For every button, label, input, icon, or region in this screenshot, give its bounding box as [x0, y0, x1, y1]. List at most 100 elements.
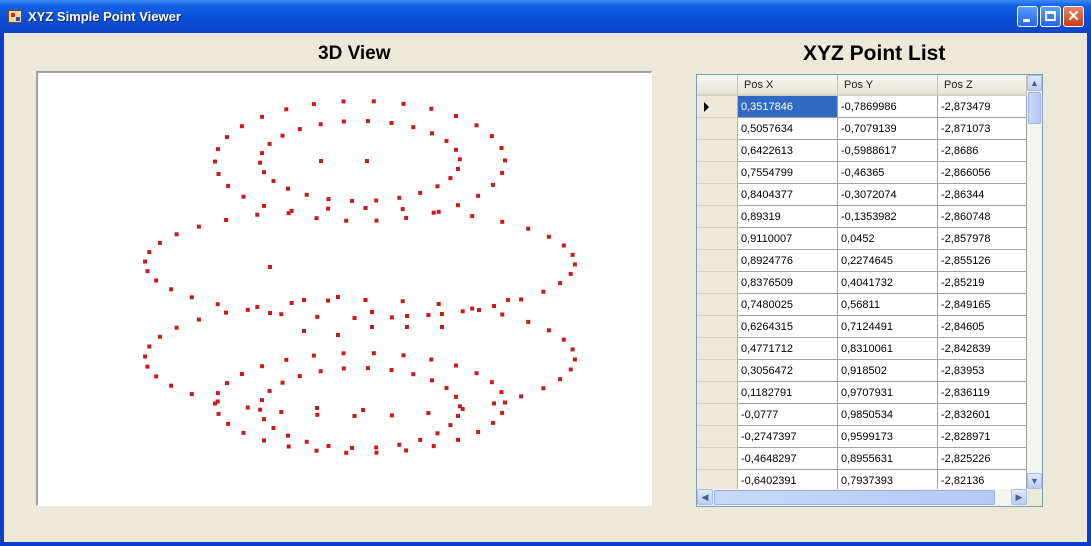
pos-z-cell[interactable]: -2,842839 [938, 338, 1027, 360]
pos-x-cell[interactable]: 0,3517846 [738, 96, 838, 118]
pos-x-cell[interactable]: 0,7480025 [738, 294, 838, 316]
horizontal-scrollbar[interactable]: ◀ ▶ [697, 489, 1027, 506]
table-row[interactable]: -0,4648297 0,8955631 -2,825226 [697, 448, 1027, 470]
row-header[interactable] [697, 272, 738, 294]
table-row[interactable]: 0,89319 -0,1353982 -2,860748 [697, 206, 1027, 228]
pos-z-cell[interactable]: -2,86344 [938, 184, 1027, 206]
pos-z-cell[interactable]: -2,832601 [938, 404, 1027, 426]
pos-y-cell[interactable]: 0,918502 [838, 360, 938, 382]
pos-z-cell[interactable]: -2,871073 [938, 118, 1027, 140]
pos-x-cell[interactable]: 0,8404377 [738, 184, 838, 206]
pos-z-cell[interactable]: -2,825226 [938, 448, 1027, 470]
pos-y-cell[interactable]: 0,0452 [838, 228, 938, 250]
pos-y-cell[interactable]: -0,3072074 [838, 184, 938, 206]
row-header[interactable] [697, 184, 738, 206]
pos-z-cell[interactable]: -2,855126 [938, 250, 1027, 272]
scroll-left-arrow-icon[interactable]: ◀ [697, 489, 713, 505]
table-row[interactable]: 0,3056472 0,918502 -2,83953 [697, 360, 1027, 382]
column-header-pos-y[interactable]: Pos Y [838, 75, 938, 96]
pos-x-cell[interactable]: -0,4648297 [738, 448, 838, 470]
pos-y-cell[interactable]: 0,9707931 [838, 382, 938, 404]
table-row[interactable]: 0,8924776 0,2274645 -2,855126 [697, 250, 1027, 272]
row-header[interactable] [697, 162, 738, 184]
pos-z-cell[interactable]: -2,828971 [938, 426, 1027, 448]
table-row[interactable]: 0,6264315 0,7124491 -2,84605 [697, 316, 1027, 338]
pos-x-cell[interactable]: 0,1182791 [738, 382, 838, 404]
maximize-button[interactable] [1040, 6, 1061, 27]
row-header[interactable] [697, 448, 738, 470]
vertical-scrollbar[interactable]: ▲ ▼ [1027, 75, 1042, 489]
pos-y-cell[interactable]: -0,7079139 [838, 118, 938, 140]
pos-x-cell[interactable]: 0,6422613 [738, 140, 838, 162]
row-header[interactable] [697, 228, 738, 250]
column-header-pos-z[interactable]: Pos Z [938, 75, 1027, 96]
pos-y-cell[interactable]: 0,8955631 [838, 448, 938, 470]
row-header[interactable] [697, 382, 738, 404]
pos-z-cell[interactable]: -2,83953 [938, 360, 1027, 382]
table-row[interactable]: 0,1182791 0,9707931 -2,836119 [697, 382, 1027, 404]
app-icon[interactable] [8, 10, 22, 23]
pos-y-cell[interactable]: -0,7869986 [838, 96, 938, 118]
pos-y-cell[interactable]: 0,9850534 [838, 404, 938, 426]
table-row[interactable]: 0,5057634 -0,7079139 -2,871073 [697, 118, 1027, 140]
pos-y-cell[interactable]: 0,4041732 [838, 272, 938, 294]
3d-view-canvas[interactable] [36, 71, 652, 506]
pos-z-cell[interactable]: -2,849165 [938, 294, 1027, 316]
pos-x-cell[interactable]: 0,7554799 [738, 162, 838, 184]
table-row[interactable]: 0,9110007 0,0452 -2,857978 [697, 228, 1027, 250]
pos-z-cell[interactable]: -2,836119 [938, 382, 1027, 404]
pos-z-cell[interactable]: -2,85219 [938, 272, 1027, 294]
pos-x-cell[interactable]: 0,5057634 [738, 118, 838, 140]
row-header[interactable] [697, 426, 738, 448]
row-header[interactable] [697, 96, 738, 118]
pos-y-cell[interactable]: 0,8310061 [838, 338, 938, 360]
vertical-scroll-thumb[interactable] [1028, 92, 1041, 124]
pos-z-cell[interactable]: -2,84605 [938, 316, 1027, 338]
row-header[interactable] [697, 404, 738, 426]
pos-x-cell[interactable]: 0,8924776 [738, 250, 838, 272]
horizontal-scroll-thumb[interactable] [714, 490, 995, 505]
pos-z-cell[interactable]: -2,866056 [938, 162, 1027, 184]
table-row[interactable]: 0,4771712 0,8310061 -2,842839 [697, 338, 1027, 360]
row-header[interactable] [697, 316, 738, 338]
scroll-up-arrow-icon[interactable]: ▲ [1027, 75, 1042, 91]
table-row[interactable]: 0,7480025 0,56811 -2,849165 [697, 294, 1027, 316]
pos-x-cell[interactable]: 0,4771712 [738, 338, 838, 360]
point-list-grid[interactable]: Pos X Pos Y Pos Z 0,3517846 -0,7869986 -2,… [696, 74, 1043, 507]
column-header-pos-x[interactable]: Pos X [738, 75, 838, 96]
table-row[interactable]: -0,0777 0,9850534 -2,832601 [697, 404, 1027, 426]
pos-y-cell[interactable]: 0,9599173 [838, 426, 938, 448]
scroll-down-arrow-icon[interactable]: ▼ [1027, 473, 1042, 489]
pos-x-cell[interactable]: -0,2747397 [738, 426, 838, 448]
title-bar[interactable]: XYZ Simple Point Viewer ✕ [0, 0, 1091, 33]
row-header[interactable] [697, 338, 738, 360]
pos-x-cell[interactable]: 0,8376509 [738, 272, 838, 294]
row-header[interactable] [697, 118, 738, 140]
pos-z-cell[interactable]: -2,860748 [938, 206, 1027, 228]
table-row[interactable]: 0,3517846 -0,7869986 -2,873479 [697, 96, 1027, 118]
table-row[interactable]: 0,8376509 0,4041732 -2,85219 [697, 272, 1027, 294]
pos-y-cell[interactable]: 0,56811 [838, 294, 938, 316]
pos-y-cell[interactable]: 0,7124491 [838, 316, 938, 338]
pos-x-cell[interactable]: 0,9110007 [738, 228, 838, 250]
pos-z-cell[interactable]: -2,857978 [938, 228, 1027, 250]
pos-y-cell[interactable]: -0,46365 [838, 162, 938, 184]
row-header[interactable] [697, 360, 738, 382]
table-row[interactable]: 0,6422613 -0,5988617 -2,8686 [697, 140, 1027, 162]
pos-y-cell[interactable]: -0,5988617 [838, 140, 938, 162]
table-row[interactable]: 0,7554799 -0,46365 -2,866056 [697, 162, 1027, 184]
pos-y-cell[interactable]: 0,2274645 [838, 250, 938, 272]
row-header[interactable] [697, 140, 738, 162]
pos-z-cell[interactable]: -2,873479 [938, 96, 1027, 118]
table-row[interactable]: 0,8404377 -0,3072074 -2,86344 [697, 184, 1027, 206]
pos-x-cell[interactable]: 0,89319 [738, 206, 838, 228]
pos-z-cell[interactable]: -2,8686 [938, 140, 1027, 162]
close-button[interactable]: ✕ [1063, 6, 1084, 27]
row-header[interactable] [697, 250, 738, 272]
pos-x-cell[interactable]: 0,6264315 [738, 316, 838, 338]
row-header[interactable] [697, 206, 738, 228]
scroll-right-arrow-icon[interactable]: ▶ [1011, 489, 1027, 505]
pos-x-cell[interactable]: 0,3056472 [738, 360, 838, 382]
pos-x-cell[interactable]: -0,0777 [738, 404, 838, 426]
minimize-button[interactable] [1017, 6, 1038, 27]
